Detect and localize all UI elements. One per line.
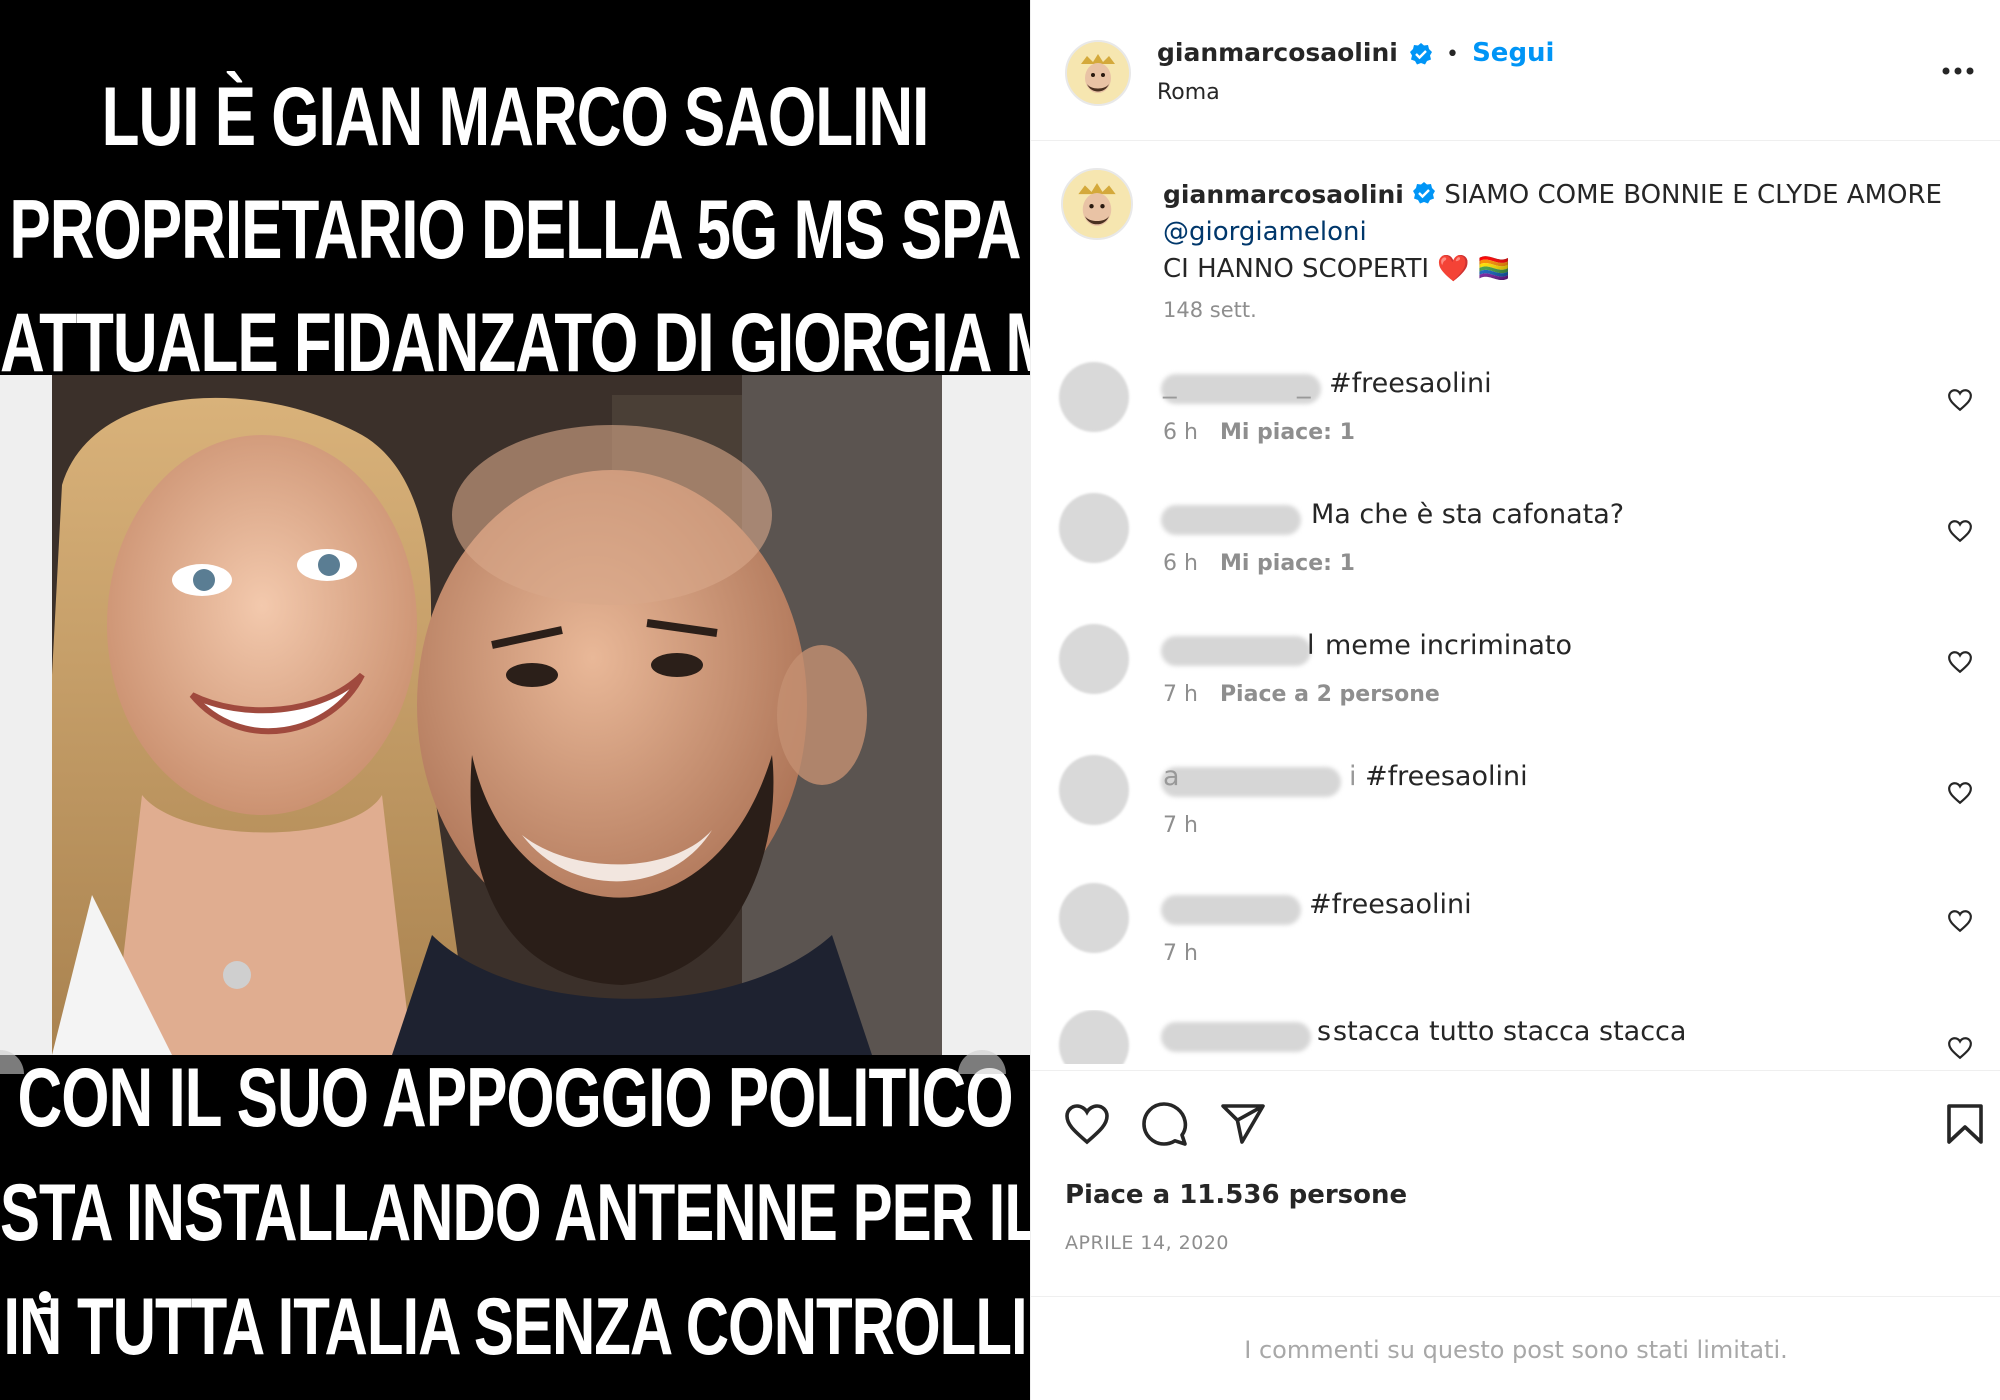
meme-top-line-1: LUI È GIAN MARCO SAOLINI bbox=[101, 70, 930, 165]
more-options-icon[interactable] bbox=[1941, 66, 1975, 76]
comment-heart-icon[interactable] bbox=[1947, 780, 1973, 806]
post-media[interactable]: LUI È GIAN MARCO SAOLINI PROPRIETARIO DE… bbox=[0, 0, 1030, 1400]
comment-username-fragment: _ bbox=[1163, 368, 1177, 399]
photo-illustration bbox=[52, 375, 942, 1055]
comment-text: Ma che è sta cafonata? bbox=[1311, 499, 1625, 530]
comment-time[interactable]: 6 h bbox=[1163, 420, 1198, 445]
comment-username-fragment-end: l bbox=[1307, 630, 1315, 661]
caption-line-3: CI HANNO SCOPERTI bbox=[1163, 254, 1430, 284]
comment-username-fragment-end: i bbox=[1349, 761, 1357, 792]
username-redacted bbox=[1161, 505, 1301, 535]
comments-limited-notice: I commenti su questo post sono stati lim… bbox=[1244, 1336, 1788, 1364]
username-redacted bbox=[1161, 636, 1311, 666]
header-username[interactable]: gianmarcosaolini bbox=[1157, 38, 1398, 67]
username-redacted bbox=[1161, 895, 1301, 925]
meme-bottom-line-1: CON IL SUO APPOGGIO POLITICO bbox=[17, 1051, 1013, 1146]
header-location[interactable]: Roma bbox=[1157, 80, 1220, 105]
caption-username[interactable]: gianmarcosaolini bbox=[1163, 180, 1404, 209]
caption-time[interactable]: 148 sett. bbox=[1163, 298, 1257, 322]
comment-time[interactable]: 7 h bbox=[1163, 941, 1198, 966]
likes-count[interactable]: Piace a 11.536 persone bbox=[1065, 1180, 1407, 1210]
comment-text[interactable]: #freesaolini bbox=[1365, 761, 1528, 792]
follow-button[interactable]: Segui bbox=[1472, 38, 1554, 68]
comment-heart-icon[interactable] bbox=[1947, 387, 1973, 413]
comment-likes[interactable]: Mi piace: 1 bbox=[1220, 420, 1355, 445]
heart-emoji: ❤️ bbox=[1437, 254, 1470, 284]
comment-avatar[interactable] bbox=[1059, 1010, 1129, 1064]
comment-text: meme incriminato bbox=[1325, 630, 1573, 661]
caption-avatar-illustration bbox=[1063, 170, 1131, 238]
comment-heart-icon[interactable] bbox=[1947, 649, 1973, 675]
comment-item: #freesaolini 7 h bbox=[1031, 883, 2000, 1003]
post-panel: gianmarcosaolini • Segui Roma gianmarcos… bbox=[1030, 0, 2000, 1400]
meme-top-line-2: PROPRIETARIO DELLA 5G MS SPA bbox=[9, 183, 1021, 278]
comment-likes[interactable]: Mi piace: 1 bbox=[1220, 551, 1355, 576]
comment-avatar[interactable] bbox=[1059, 624, 1129, 694]
comment-meta: 6 h Mi piace: 1 bbox=[1163, 420, 1355, 445]
comment-meta: 7 h bbox=[1163, 813, 1198, 838]
comment-avatar[interactable] bbox=[1059, 755, 1129, 825]
comment-item: _ _ #freesaolini 6 h Mi piace: 1 bbox=[1031, 362, 2000, 482]
username-redacted bbox=[1161, 767, 1341, 797]
user-tag-icon[interactable] bbox=[34, 1290, 56, 1314]
rainbow-flag-emoji: 🏳️‍🌈 bbox=[1477, 254, 1511, 284]
comment-avatar[interactable] bbox=[1059, 883, 1129, 953]
comment-item: l meme incriminato 7 h Piace a 2 persone bbox=[1031, 624, 2000, 744]
share-icon[interactable] bbox=[1219, 1100, 1267, 1148]
comment-text[interactable]: #freesaolini bbox=[1329, 368, 1492, 399]
header-separator: • bbox=[1446, 42, 1459, 67]
comment-time[interactable]: 6 h bbox=[1163, 551, 1198, 576]
caption-avatar[interactable] bbox=[1061, 168, 1133, 240]
comment-meta: 6 h Mi piace: 1 bbox=[1163, 551, 1355, 576]
comment-heart-icon[interactable] bbox=[1947, 518, 1973, 544]
meme-photo bbox=[52, 375, 942, 1055]
meme-top-line-3: ATTUALE FIDANZATO DI GIORGIA MELONI bbox=[0, 296, 1030, 391]
comment-time[interactable]: 7 h bbox=[1163, 682, 1198, 707]
post-date[interactable]: APRILE 14, 2020 bbox=[1065, 1232, 1229, 1254]
comment-icon[interactable] bbox=[1141, 1100, 1189, 1148]
caption-line-1: SIAMO COME BONNIE E CLYDE AMORE bbox=[1444, 180, 1942, 210]
comment-heart-icon[interactable] bbox=[1947, 1035, 1973, 1061]
header-divider bbox=[1031, 140, 2000, 141]
comment-avatar[interactable] bbox=[1059, 362, 1129, 432]
comment-item: Ma che è sta cafonata? 6 h Mi piace: 1 bbox=[1031, 493, 2000, 613]
username-redacted bbox=[1161, 1022, 1311, 1052]
meme-bottom-line-2: STA INSTALLANDO ANTENNE PER IL 5G bbox=[0, 1167, 1030, 1258]
footer-divider bbox=[1031, 1296, 2000, 1297]
comment-time[interactable]: 7 h bbox=[1163, 813, 1198, 838]
comment-item: s stacca tutto stacca stacca bbox=[1031, 1010, 2000, 1064]
comment-meta: 7 h Piace a 2 persone bbox=[1163, 682, 1440, 707]
comment-username-fragment-end: _ bbox=[1297, 368, 1311, 399]
comment-heart-icon[interactable] bbox=[1947, 908, 1973, 934]
verified-badge-icon bbox=[1409, 42, 1432, 64]
comment-username-fragment-end: s bbox=[1317, 1016, 1332, 1047]
meme-bottom-line-3: IN TUTTA ITALIA SENZA CONTROLLI bbox=[3, 1281, 1027, 1372]
heart-icon[interactable] bbox=[1063, 1100, 1111, 1148]
comment-meta: 7 h bbox=[1163, 941, 1198, 966]
header-avatar[interactable] bbox=[1065, 40, 1131, 106]
comment-text[interactable]: #freesaolini bbox=[1309, 889, 1472, 920]
comment-text: stacca tutto stacca stacca bbox=[1333, 1016, 1687, 1047]
actions-divider bbox=[1031, 1070, 2000, 1071]
comment-likes[interactable]: Piace a 2 persone bbox=[1220, 682, 1440, 707]
comment-item: a i #freesaolini 7 h bbox=[1031, 755, 2000, 875]
bookmark-icon[interactable] bbox=[1941, 1100, 1989, 1148]
comment-avatar[interactable] bbox=[1059, 493, 1129, 563]
header-user-row: gianmarcosaolini • Segui bbox=[1157, 38, 1554, 68]
avatar-illustration bbox=[1067, 42, 1129, 104]
caption-verified-badge-icon bbox=[1413, 181, 1436, 203]
caption-text: gianmarcosaolini SIAMO COME BONNIE E CLY… bbox=[1163, 176, 1963, 288]
caption-mention-link[interactable]: @giorgiameloni bbox=[1163, 217, 1367, 247]
comment-username-fragment: a bbox=[1163, 761, 1180, 792]
